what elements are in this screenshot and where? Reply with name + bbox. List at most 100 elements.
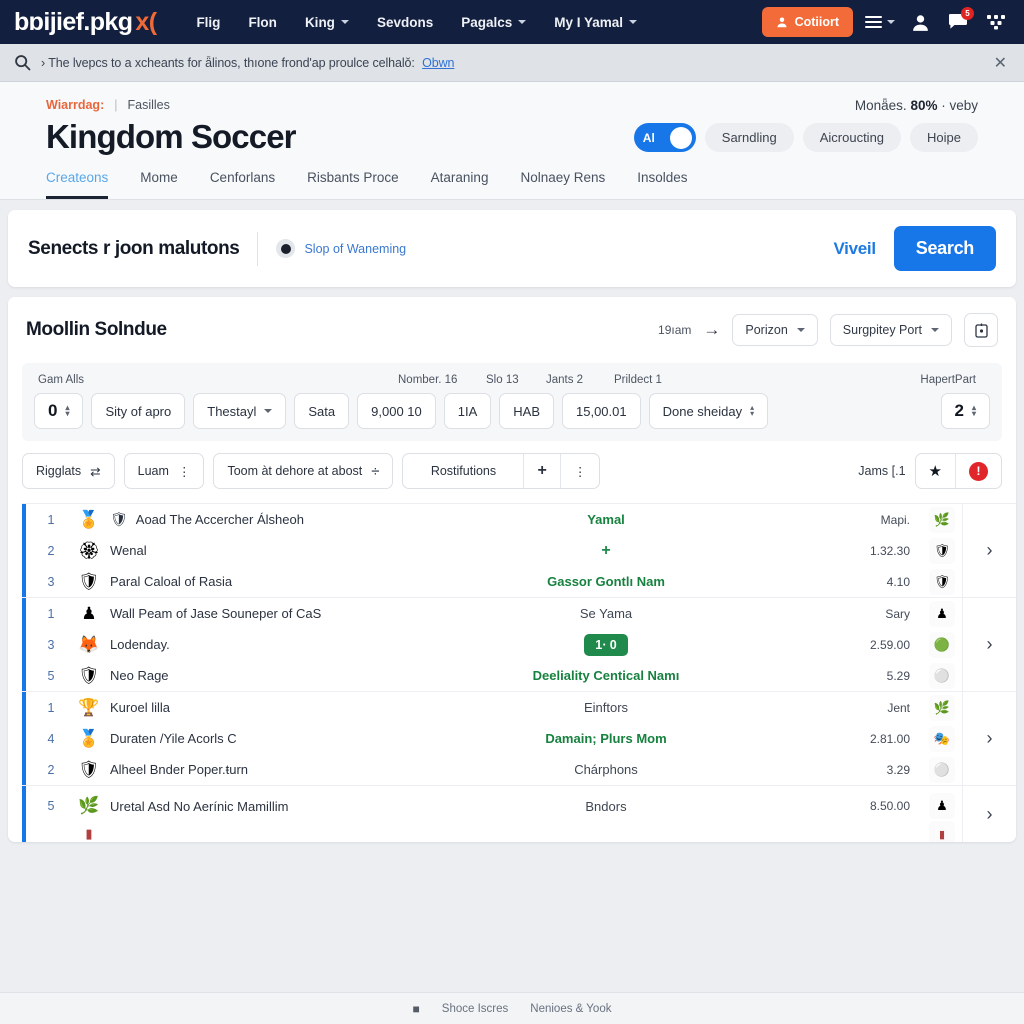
luam-group: Luam ⋮ <box>123 453 205 489</box>
filter-labels-row: Gam Alls Nomber. 16 Slo 13 Jants 2 Prild… <box>34 373 990 387</box>
tab-ataraning[interactable]: Ataraning <box>431 170 489 199</box>
messages-icon[interactable]: 5 <box>944 7 974 33</box>
close-icon[interactable]: ✕ <box>991 53 1010 73</box>
slop-of-waneming-radio[interactable]: Slop of Waneming <box>276 239 406 258</box>
surgpitey-port-select[interactable]: Surgpitey Port <box>829 314 952 346</box>
hero-meta-suffix: · vebу <box>941 98 978 113</box>
table-row[interactable]: 5 🛡 Neo Rage Deeliality Centical Namı 5.… <box>26 660 962 691</box>
rostifutions-button[interactable]: Rostifutions <box>403 454 523 488</box>
contact-cta-button[interactable]: Cotiiort <box>761 7 853 37</box>
table-row[interactable]: 1 ♟ Wall Peam of Jase Souneper of CaS Se… <box>26 598 962 629</box>
star-icon[interactable]: ★ <box>916 454 955 488</box>
tab-risbants-proce[interactable]: Risbants Proce <box>307 170 399 199</box>
tab-insoldes[interactable]: Insoldes <box>637 170 687 199</box>
rostifutions-group: Rostifutions + ⋮ <box>402 453 601 489</box>
porizon-select[interactable]: Porizon <box>732 314 818 346</box>
breadcrumb-item-0[interactable]: Wiarrdag: <box>46 98 104 112</box>
table-row[interactable]: 5 🌿 Uretal Asd No Aerínic Mamillim Bndor… <box>26 786 962 826</box>
alert-icon[interactable]: ! <box>955 454 1001 488</box>
hapertpart-stepper[interactable]: 2 ▴ ▾ <box>940 393 990 429</box>
slo-field[interactable]: 1IA <box>443 393 492 429</box>
filter-label-slo: Slo 13 <box>486 374 519 386</box>
row-badge: 🌿 <box>922 694 962 721</box>
nav-item-label: Sevdons <box>376 14 434 30</box>
done-sheiday-value: Done sheiday <box>662 403 743 419</box>
sity-of-apro-field[interactable]: Sity of apro <box>91 393 186 429</box>
row-rank: 5 <box>47 799 55 813</box>
user-avatar-icon[interactable] <box>907 11 934 34</box>
footer-item-0[interactable]: Shoce Iscres <box>442 1003 508 1015</box>
table-row[interactable]: 1 🏆 Kurοel lilla Einftors Jent 🌿 <box>26 692 962 723</box>
nav-item-flon[interactable]: Flon <box>234 9 291 36</box>
row-middle: Einftors <box>583 700 629 715</box>
table-row-partial[interactable]: ▮ ▮ <box>26 821 962 842</box>
chevron-right-icon[interactable]: › <box>962 504 1016 597</box>
plus-icon: + <box>601 541 611 559</box>
sata-field[interactable]: Sata <box>294 393 350 429</box>
add-icon[interactable]: + <box>523 454 559 488</box>
hamburger-icon[interactable] <box>863 13 897 31</box>
badge-icon: ⚪ <box>929 756 955 783</box>
row-rank: 2 <box>47 543 55 558</box>
table-row[interactable]: 1 🏅 🛡 Aοad The Accercher Álsheoh Yamal M… <box>26 504 962 535</box>
nav-item-king[interactable]: King <box>291 9 363 36</box>
table-row[interactable]: 2 🛡 Alheel Bnder Poper.ŧurn Chárphons 3.… <box>26 754 962 785</box>
gam-alls-stepper[interactable]: 0 ▴ ▾ <box>34 393 84 429</box>
filter-block: Gam Alls Nomber. 16 Slo 13 Jants 2 Prild… <box>22 363 1002 441</box>
tab-cenforlans[interactable]: Cenforlans <box>210 170 275 199</box>
calendar-icon[interactable] <box>964 313 998 347</box>
thestayl-select[interactable]: Thestayl <box>193 393 287 429</box>
table-row[interactable]: 3 🛡 Paral Caloal of Rasia Gassor Gontlı … <box>26 566 962 597</box>
toom-button[interactable]: Toom àt dehore at abost ÷ <box>214 454 392 488</box>
breadcrumb-item-1[interactable]: Fasilles <box>127 98 169 112</box>
pill-aicroucting[interactable]: Aicroucting <box>802 123 902 152</box>
row-badge: 🟢 <box>922 631 962 658</box>
toom-group: Toom àt dehore at abost ÷ <box>213 453 394 489</box>
brand-logo[interactable]: bɒijief.pkg x( <box>14 8 157 37</box>
grid-apps-icon[interactable] <box>982 11 1010 33</box>
footer-item-1[interactable]: Nenioes & Yook <box>530 1003 611 1015</box>
row-value: 8.50.00 <box>869 799 910 813</box>
chevron-down-icon <box>931 328 939 332</box>
nav-item-my-yamal[interactable]: My I Yamal <box>540 9 651 36</box>
rigglats-button[interactable]: Rigglats ⇄ <box>23 454 114 488</box>
row-middle: Chárphons <box>574 762 638 777</box>
nav-item-sevdons[interactable]: Sevdons <box>363 9 447 36</box>
row-middle: Yamal <box>587 512 625 527</box>
row-badge: 🛡 <box>922 537 962 564</box>
jants-field[interactable]: HAB <box>499 393 554 429</box>
nav-item-flig[interactable]: Flig <box>182 9 234 36</box>
top-navigation-bar: bɒijief.pkg x( Flig Flon King Sevdons Pa… <box>0 0 1024 44</box>
tab-createons[interactable]: Createons <box>46 170 109 199</box>
prildect-field[interactable]: 15,00.01 <box>562 393 641 429</box>
row-middle: Gassor Gontlı Nam <box>547 574 665 589</box>
search-card: Senects r joon malutons Slop of Waneming… <box>8 210 1016 287</box>
luam-button[interactable]: Luam ⋮ <box>125 454 204 488</box>
nav-item-pagalcs[interactable]: Pagalcs <box>447 9 540 36</box>
table-row[interactable]: 4 🏅 Duraten /Yile Acorls C Damain; Plurs… <box>26 723 962 754</box>
search-button[interactable]: Search <box>893 226 996 271</box>
badge-icon: ⚪ <box>929 662 955 689</box>
pill-hoipe[interactable]: Hoipe <box>910 123 978 152</box>
surgpitey-port-select-label: Surgpitey Port <box>842 323 922 337</box>
contact-cta-label: Cotiiort <box>794 15 839 29</box>
announcement-link[interactable]: Obwn <box>422 56 454 70</box>
row-name-label: Neo Rage <box>110 668 169 683</box>
tab-mome[interactable]: Mome <box>140 170 178 199</box>
chevron-right-icon[interactable]: › <box>962 692 1016 785</box>
table-row[interactable]: 2 🏵 Wenal + 1.32.30 🛡 <box>26 535 962 566</box>
chevron-right-icon[interactable]: › <box>962 598 1016 691</box>
nav-item-label: King <box>304 14 335 30</box>
pill-sarndling[interactable]: Sarndling <box>704 123 794 152</box>
score-badge: 1· 0 <box>584 633 628 656</box>
viveil-link[interactable]: Viveil <box>833 239 876 259</box>
nomber-field[interactable]: 9,000 10 <box>357 393 436 429</box>
chevron-right-icon[interactable]: › <box>962 786 1016 842</box>
table-row[interactable]: 3 🦊 Lodenday. 1· 0 2.59.00 🟢 <box>26 629 962 660</box>
kebab-icon[interactable]: ⋮ <box>559 454 600 488</box>
done-sheiday-stepper[interactable]: Done sheiday ▴ ▾ <box>648 393 769 429</box>
ai-toggle[interactable]: Al ⌄ <box>633 123 696 152</box>
tab-nolnaey-rens[interactable]: Nolnaey Rens <box>520 170 605 199</box>
row-value: 1.32.30 <box>869 543 910 558</box>
row-badge: 🌿 <box>922 506 962 533</box>
